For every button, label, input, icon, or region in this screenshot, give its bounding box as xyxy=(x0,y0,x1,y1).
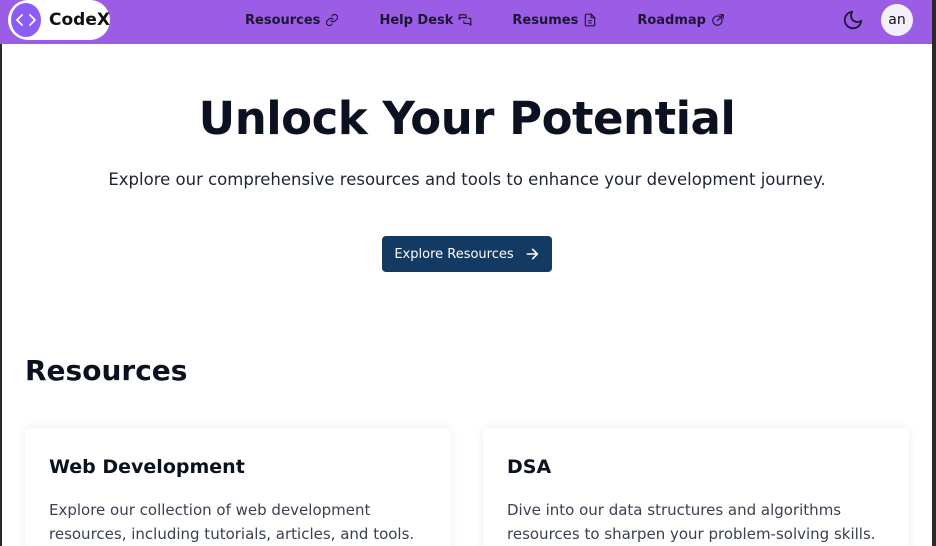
nav-link-resources[interactable]: Resources xyxy=(245,13,339,28)
nav-links: Resources Help Desk Resumes Roadmap xyxy=(245,0,725,40)
explore-resources-button[interactable]: Explore Resources xyxy=(382,236,552,272)
nav-link-label: Resources xyxy=(245,12,321,28)
nav-link-help-desk[interactable]: Help Desk xyxy=(379,13,472,28)
code-icon xyxy=(11,3,42,37)
nav-link-label: Help Desk xyxy=(379,12,454,28)
hero-title: Unlock Your Potential xyxy=(198,92,736,145)
file-icon xyxy=(585,13,596,27)
cta-label: Explore Resources xyxy=(394,246,514,262)
avatar-initials: an xyxy=(888,12,906,28)
nav-link-roadmap[interactable]: Roadmap xyxy=(637,13,725,28)
hero-subtitle: Explore our comprehensive resources and … xyxy=(108,170,826,189)
link-icon xyxy=(326,13,339,27)
moon-icon xyxy=(843,10,863,30)
theme-toggle-button[interactable] xyxy=(842,9,864,31)
resource-card-web-development[interactable]: Web Development Explore our collection o… xyxy=(25,428,451,546)
card-description: Explore our collection of web developmen… xyxy=(49,501,415,543)
card-title: Web Development xyxy=(49,456,245,478)
user-avatar[interactable]: an xyxy=(881,4,913,36)
resources-heading: Resources xyxy=(25,354,188,387)
card-description: Dive into our data structures and algori… xyxy=(507,501,876,543)
arrow-right-icon xyxy=(526,248,538,260)
brand-name: CodeX xyxy=(49,10,110,30)
nav-link-label: Resumes xyxy=(512,12,579,28)
nav-link-label: Roadmap xyxy=(637,12,706,28)
chat-icon xyxy=(459,14,472,26)
window-border-right xyxy=(932,0,936,546)
external-link-icon xyxy=(712,14,724,26)
brand-home-link[interactable]: CodeX xyxy=(8,0,110,40)
card-title: DSA xyxy=(507,456,552,478)
resource-card-dsa[interactable]: DSA Dive into our data structures and al… xyxy=(483,428,909,546)
nav-link-resumes[interactable]: Resumes xyxy=(512,13,597,28)
top-navbar: CodeX Resources Help Desk Resumes Roadma… xyxy=(0,0,936,44)
